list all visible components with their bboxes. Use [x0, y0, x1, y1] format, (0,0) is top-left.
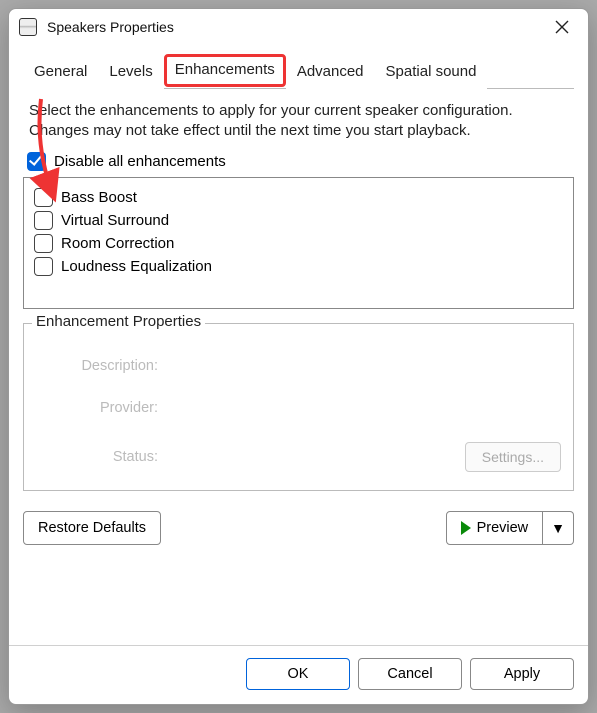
tab-advanced[interactable]: Advanced [286, 56, 375, 89]
checkbox-loudness-equalization[interactable] [34, 257, 53, 276]
description-text: Select the enhancements to apply for you… [23, 99, 574, 152]
window-title: Speakers Properties [47, 19, 540, 35]
tab-general[interactable]: General [23, 56, 98, 89]
close-icon [555, 20, 569, 34]
list-item[interactable]: Bass Boost [34, 186, 563, 209]
list-item-label: Room Correction [61, 235, 174, 252]
dialog-window: Speakers Properties General Levels Enhan… [8, 8, 589, 705]
tab-enhancements[interactable]: Enhancements [164, 54, 286, 87]
checkbox-room-correction[interactable] [34, 234, 53, 253]
list-item[interactable]: Room Correction [34, 232, 563, 255]
action-row: Restore Defaults Preview ▼ [23, 511, 574, 545]
preview-dropdown-button[interactable]: ▼ [543, 511, 574, 545]
enhancement-properties-group: Enhancement Properties Description: Prov… [23, 323, 574, 491]
restore-defaults-button[interactable]: Restore Defaults [23, 511, 161, 545]
speaker-icon [19, 18, 37, 36]
checkbox-virtual-surround[interactable] [34, 211, 53, 230]
apply-label: Apply [504, 666, 540, 682]
dialog-body: General Levels Enhancements Advanced Spa… [9, 45, 588, 645]
tab-row: General Levels Enhancements Advanced Spa… [23, 55, 574, 89]
list-item-label: Bass Boost [61, 189, 137, 206]
cancel-label: Cancel [387, 666, 432, 682]
provider-label: Provider: [36, 400, 166, 416]
cancel-button[interactable]: Cancel [358, 658, 462, 690]
dialog-footer: OK Cancel Apply [9, 645, 588, 704]
disable-all-label: Disable all enhancements [54, 153, 226, 170]
apply-button[interactable]: Apply [470, 658, 574, 690]
description-label: Description: [36, 358, 166, 374]
tab-levels[interactable]: Levels [98, 56, 163, 89]
list-item[interactable]: Loudness Equalization [34, 255, 563, 278]
chevron-down-icon: ▼ [551, 520, 565, 536]
list-item-label: Loudness Equalization [61, 258, 212, 275]
status-label: Status: [36, 449, 166, 465]
enhancements-list: Bass Boost Virtual Surround Room Correct… [23, 177, 574, 309]
restore-defaults-label: Restore Defaults [38, 520, 146, 536]
preview-split-button: Preview ▼ [446, 511, 574, 545]
close-button[interactable] [540, 9, 584, 45]
checkbox-bass-boost[interactable] [34, 188, 53, 207]
play-icon [461, 521, 471, 535]
disable-all-row: Disable all enhancements [23, 152, 574, 177]
ok-button[interactable]: OK [246, 658, 350, 690]
preview-label: Preview [477, 520, 529, 536]
properties-group-title: Enhancement Properties [32, 313, 205, 330]
disable-all-checkbox[interactable] [27, 152, 46, 171]
ok-label: OK [288, 666, 309, 682]
tab-spatial-sound[interactable]: Spatial sound [375, 56, 488, 89]
settings-button[interactable]: Settings... [465, 442, 561, 472]
preview-button[interactable]: Preview [446, 511, 544, 545]
list-item[interactable]: Virtual Surround [34, 209, 563, 232]
titlebar: Speakers Properties [9, 9, 588, 45]
list-item-label: Virtual Surround [61, 212, 169, 229]
